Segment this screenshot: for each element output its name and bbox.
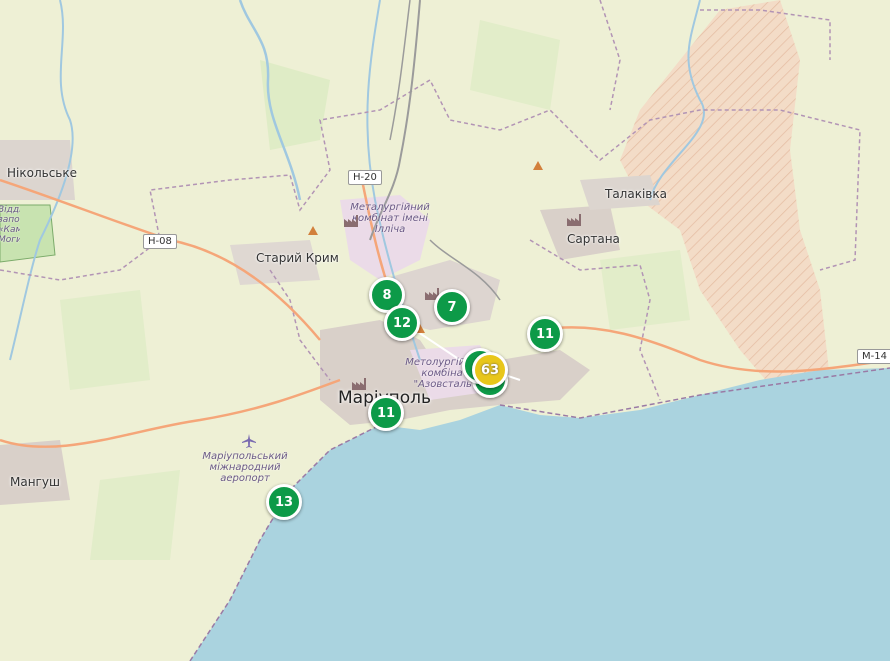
place-label-mangush: Мангуш xyxy=(10,475,60,489)
place-label-nikolske: Нікольське xyxy=(7,166,77,180)
cluster-count: 11 xyxy=(376,405,396,421)
cluster-marker[interactable]: 11 xyxy=(368,395,404,431)
cluster-marker[interactable]: 13 xyxy=(266,484,302,520)
map-tiles xyxy=(0,0,890,661)
cluster-count: 7 xyxy=(447,299,457,315)
road-shield-h08: Н-08 xyxy=(143,234,177,249)
cluster-marker[interactable]: 7 xyxy=(434,289,470,325)
cluster-count: 13 xyxy=(274,494,294,510)
road-shield-h20: Н-20 xyxy=(348,170,382,185)
place-label-sartana: Сартана xyxy=(567,232,620,246)
peak-icon xyxy=(308,226,318,235)
place-label-staryi-krym: Старий Крим xyxy=(256,251,339,265)
road-shield-m14: М-14 xyxy=(857,349,890,364)
poi-label-reserve: Відділення заповідника «Кам'яні Могили» xyxy=(0,205,20,245)
cluster-marker-large[interactable]: 63 xyxy=(472,352,508,388)
cluster-count: 11 xyxy=(535,326,555,342)
peak-icon xyxy=(533,161,543,170)
factory-icon xyxy=(567,214,581,226)
cluster-count: 63 xyxy=(480,362,500,378)
cluster-count: 12 xyxy=(392,315,412,331)
cluster-marker[interactable]: 11 xyxy=(527,316,563,352)
factory-icon xyxy=(352,378,366,390)
place-label-talakivka: Талаківка xyxy=(605,187,667,201)
poi-label-airport: Маріупольський міжнародний аеропорт xyxy=(202,451,288,484)
cluster-marker[interactable]: 12 xyxy=(384,305,420,341)
cluster-count: 8 xyxy=(382,287,392,303)
factory-icon xyxy=(344,215,358,227)
airplane-icon xyxy=(242,434,256,448)
map-view[interactable]: Нікольське Старий Крим Сартана Талаківка… xyxy=(0,0,890,661)
